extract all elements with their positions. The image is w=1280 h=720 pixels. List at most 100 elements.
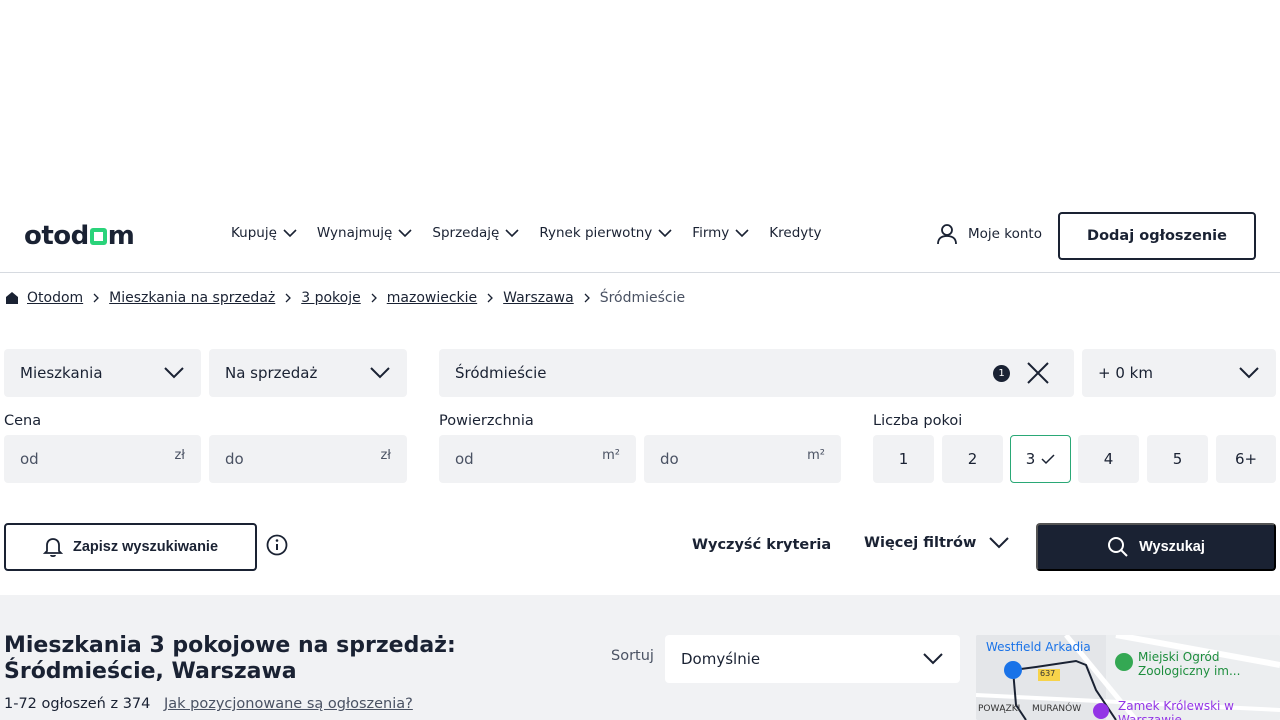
chevron-down-icon: [1239, 367, 1259, 379]
room-option-label: 2: [967, 450, 978, 468]
chevron-down-icon: [658, 228, 672, 237]
map-label-zamek: Zamek Królewski w Warszawie: [1118, 699, 1234, 720]
room-option-label: 1: [898, 450, 909, 468]
distance-select[interactable]: + 0 km: [1082, 349, 1276, 397]
room-option-5[interactable]: 5: [1147, 435, 1208, 483]
chevron-right-icon: [487, 293, 494, 303]
nav-label: Rynek pierwotny: [539, 225, 653, 241]
sort-label: Sortuj: [611, 648, 654, 664]
property-type-select[interactable]: Mieszkania: [4, 349, 201, 397]
room-option-3[interactable]: 3: [1010, 435, 1071, 483]
price-unit: zł: [174, 448, 185, 463]
chevron-right-icon: [93, 293, 100, 303]
chevron-right-icon: [371, 293, 377, 303]
account-label: Moje konto: [968, 226, 1042, 242]
map-label-muranow: MURANÓW: [1032, 704, 1082, 714]
nav-rynek-pierwotny[interactable]: Rynek pierwotny: [539, 225, 672, 241]
otodom-logo[interactable]: otod m: [24, 221, 135, 251]
price-from-placeholder: od: [20, 450, 39, 468]
area-unit: m²: [807, 448, 825, 463]
area-to-placeholder: do: [660, 450, 679, 468]
bell-icon: [42, 538, 63, 558]
rooms-label: Liczba pokoi: [873, 413, 963, 429]
room-option-label: 5: [1172, 450, 1183, 468]
breadcrumb-link-mieszkania[interactable]: Mieszkania na sprzedaż: [109, 290, 275, 306]
area-to-input[interactable]: do m²: [644, 435, 841, 483]
nav-label: Kredyty: [769, 225, 822, 241]
room-option-label: 4: [1103, 450, 1114, 468]
nav-sprzedaje[interactable]: Sprzedaję: [432, 225, 519, 241]
transaction-select[interactable]: Na sprzedaż: [209, 349, 407, 397]
map-preview[interactable]: Westfield Arkadia Miejski Ogród Zoologic…: [976, 635, 1280, 720]
nav-firmy[interactable]: Firmy: [692, 225, 749, 241]
ad-space: [0, 0, 1280, 195]
info-icon[interactable]: [266, 534, 288, 556]
results-section: Mieszkania 3 pokojowe na sprzedaż: Śródm…: [0, 595, 1280, 720]
map-label-arkadia: Westfield Arkadia: [986, 640, 1091, 654]
results-title: Mieszkania 3 pokojowe na sprzedaż: Śródm…: [4, 633, 456, 684]
sort-select[interactable]: Domyślnie: [665, 635, 960, 683]
chevron-down-icon: [989, 537, 1010, 549]
price-label: Cena: [4, 413, 42, 429]
nav-label: Wynajmuję: [316, 225, 393, 241]
user-icon: [937, 224, 957, 245]
map-label-powazki: POWĄZKI: [978, 704, 1021, 714]
search-button[interactable]: Wyszukaj: [1036, 523, 1276, 571]
price-from-input[interactable]: od zł: [4, 435, 201, 483]
price-unit: zł: [380, 448, 391, 463]
site-header: otod m Kupuję Wynajmuję Sprzedaję Rynek p…: [0, 195, 1280, 273]
clear-location-icon[interactable]: [1025, 360, 1051, 386]
breadcrumb-link-warszawa[interactable]: Warszawa: [503, 290, 574, 306]
location-value: Śródmieście: [455, 364, 547, 382]
location-input[interactable]: Śródmieście: [439, 349, 1074, 397]
room-option-2[interactable]: 2: [942, 435, 1003, 483]
checkmark-icon: [1041, 453, 1055, 464]
nav-wynajmuje[interactable]: Wynajmuję: [317, 225, 412, 241]
map-label-road: 637: [1040, 669, 1056, 678]
distance-value: + 0 km: [1098, 364, 1153, 382]
chevron-right-icon: [285, 293, 292, 303]
map-label-zoo: Miejski Ogród Zoologiczny im...: [1138, 650, 1241, 678]
room-option-label: 6+: [1234, 450, 1258, 468]
chevron-down-icon: [735, 228, 749, 237]
more-filters-label: Więcej filtrów: [864, 535, 977, 551]
search-icon: [1108, 537, 1128, 557]
breadcrumb-link-mazowieckie[interactable]: mazowieckie: [387, 290, 477, 306]
room-option-label: 3: [1025, 450, 1036, 468]
account-link[interactable]: Moje konto: [936, 223, 1042, 245]
room-option-4[interactable]: 4: [1078, 435, 1139, 483]
save-search-button[interactable]: Zapisz wyszukiwanie: [4, 523, 257, 571]
price-to-input[interactable]: do zł: [209, 435, 407, 483]
nav-label: Sprzedaję: [432, 225, 500, 241]
room-option-6-plus[interactable]: 6+: [1216, 435, 1276, 483]
sort-value: Domyślnie: [681, 650, 761, 668]
nav-label: Firmy: [692, 225, 730, 241]
breadcrumb: Otodom Mieszkania na sprzedaż 3 pokoje m…: [5, 290, 685, 306]
location-count-badge: 1: [993, 365, 1010, 382]
chevron-down-icon: [923, 653, 943, 665]
nav-kredyty[interactable]: Kredyty: [769, 225, 821, 241]
add-listing-button[interactable]: Dodaj ogłoszenie: [1058, 212, 1256, 260]
area-unit: m²: [602, 448, 620, 463]
results-count: 1-72 ogłoszeń z 374: [4, 696, 151, 712]
chevron-down-icon: [164, 367, 184, 379]
nav-label: Kupuję: [231, 225, 277, 241]
breadcrumb-link-3-pokoje[interactable]: 3 pokoje: [301, 290, 361, 306]
breadcrumb-link-otodom[interactable]: Otodom: [27, 290, 83, 306]
breadcrumb-current: Śródmieście: [599, 290, 686, 306]
more-filters-button[interactable]: Więcej filtrów: [864, 535, 1010, 551]
nav-kupuje[interactable]: Kupuję: [231, 225, 297, 241]
area-from-input[interactable]: od m²: [439, 435, 636, 483]
room-option-1[interactable]: 1: [873, 435, 934, 483]
property-type-value: Mieszkania: [20, 364, 103, 382]
chevron-down-icon: [505, 228, 519, 237]
price-to-placeholder: do: [225, 450, 244, 468]
area-from-placeholder: od: [455, 450, 474, 468]
clear-criteria-button[interactable]: Wyczyść kryteria: [692, 537, 831, 553]
chevron-down-icon: [398, 228, 412, 237]
chevron-down-icon: [283, 228, 297, 237]
ranking-info-link[interactable]: Jak pozycjonowane są ogłoszenia?: [164, 696, 413, 712]
home-icon: [5, 291, 19, 305]
area-label: Powierzchnia: [439, 413, 534, 429]
search-label: Wyszukaj: [1139, 539, 1205, 555]
